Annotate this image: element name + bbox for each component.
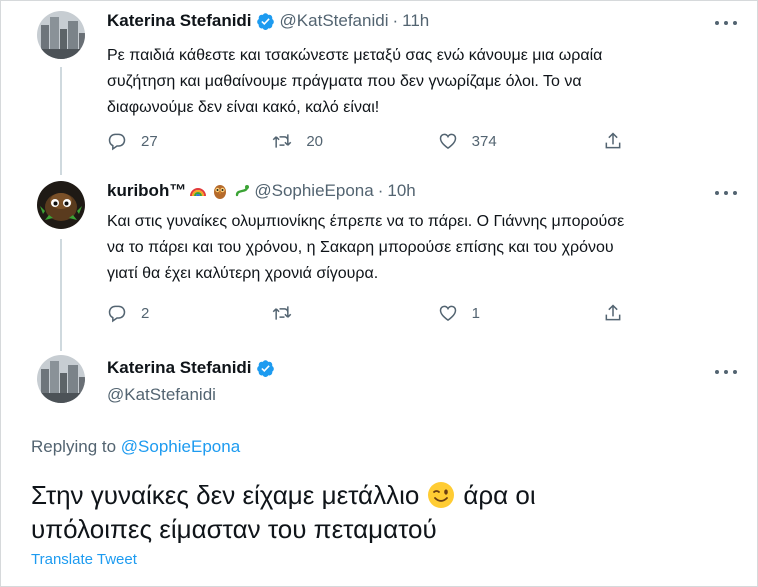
retweet-button[interactable]: 20 (272, 131, 437, 151)
tweet-header: kuriboh™ @SophieEpona · 10h (107, 181, 416, 201)
more-options-icon[interactable] (715, 189, 737, 197)
retweet-count: 20 (306, 132, 324, 150)
tweet-text-line: υπόλοιπες είμασταν του πεταματού (31, 514, 437, 544)
replying-to-handle[interactable]: @SophieEpona (121, 437, 240, 456)
replying-to: Replying to @SophieEpona (31, 437, 240, 457)
heart-icon (439, 305, 456, 321)
tweet-text-line: να το πάρει και του χρόνου, η Σακαρη μπο… (107, 239, 614, 256)
share-button[interactable] (603, 131, 637, 151)
timestamp[interactable]: 11h (402, 11, 429, 31)
reply-button[interactable]: 27 (107, 131, 272, 151)
user-handle[interactable]: @KatStefanidi (107, 385, 216, 405)
tweet-text-line: γιατί θα έχει καλύτερη χρονιά σίγουρα. (107, 265, 379, 282)
rainbow-emoji-icon (190, 188, 207, 197)
tweet-header: Katerina Stefanidi @KatStefanidi · 11h (107, 11, 429, 31)
tweet-actions: 2 1 (107, 302, 637, 324)
tweet-thread: Katerina Stefanidi @KatStefanidi · 11h Ρ… (0, 0, 758, 587)
user-handle[interactable]: @SophieEpona (254, 181, 373, 201)
share-button[interactable] (603, 303, 637, 323)
replying-to-label: Replying to (31, 437, 117, 456)
thread-connector (60, 67, 62, 175)
display-name[interactable]: Katerina Stefanidi (107, 11, 252, 31)
heart-icon (439, 133, 456, 149)
verified-badge-icon (256, 359, 274, 377)
retweet-icon (273, 134, 292, 148)
display-name[interactable]: kuriboh™ (107, 181, 186, 201)
user-handle[interactable]: @KatStefanidi (280, 11, 389, 31)
tweet-text-line: Ρε παιδιά κάθεστε και τσακώνεστε μεταξύ … (107, 47, 603, 64)
tweet-text-part: άρα οι (463, 480, 536, 510)
like-count: 1 (471, 304, 480, 322)
more-options-icon[interactable] (715, 19, 737, 27)
separator: · (377, 181, 384, 200)
like-button[interactable]: 374 (438, 131, 603, 151)
translate-tweet-link[interactable]: Translate Tweet (31, 551, 137, 568)
tweet-handle-row: @KatStefanidi (107, 385, 216, 405)
tweet-text-part: Στην γυναίκες δεν είχαμε μετάλλιο (31, 480, 420, 510)
reply-count: 2 (141, 304, 150, 322)
tweet-text-line: συζήτηση και μαθαίνουμε πράγματα που δεν… (107, 73, 582, 90)
display-name[interactable]: Katerina Stefanidi (107, 358, 252, 378)
reply-icon (108, 133, 126, 151)
tweet-text-line: διαφωνούμε δεν είναι κακό, καλό είναι! (107, 99, 380, 116)
reply-button[interactable]: 2 (107, 303, 272, 323)
like-button[interactable]: 1 (438, 303, 603, 323)
verified-badge-icon (256, 12, 274, 30)
avatar[interactable] (37, 181, 85, 229)
snake-emoji-icon (236, 185, 250, 197)
share-icon (605, 304, 621, 321)
avatar[interactable] (37, 11, 85, 59)
share-icon (605, 132, 621, 149)
reply-icon (108, 305, 126, 323)
winking-face-emoji-icon (428, 482, 455, 508)
tweet-text: Και στις γυναίκες ολυμπιονίκης έπρεπε να… (107, 209, 624, 287)
avatar[interactable] (37, 355, 85, 403)
thread-connector (60, 239, 62, 351)
tweet-header: Katerina Stefanidi (107, 358, 280, 378)
tweet-actions: 27 20 374 (107, 130, 637, 152)
timestamp[interactable]: 10h (387, 181, 415, 201)
separator: · (392, 11, 399, 30)
retweet-button[interactable] (272, 303, 437, 323)
more-options-icon[interactable] (715, 368, 737, 376)
tweet-text: Ρε παιδιά κάθεστε και τσακώνεστε μεταξύ … (107, 43, 602, 121)
like-count: 374 (471, 132, 497, 150)
tweet-text-line: Στην γυναίκες δεν είχαμε μετάλλιο άρα οι (31, 478, 741, 512)
tweet-text: Στην γυναίκες δεν είχαμε μετάλλιο άρα οι… (31, 478, 741, 546)
owl-emoji-icon (214, 185, 227, 199)
tweet-text-line: Και στις γυναίκες ολυμπιονίκης έπρεπε να… (107, 213, 625, 230)
retweet-icon (273, 306, 292, 320)
reply-count: 27 (141, 132, 158, 150)
